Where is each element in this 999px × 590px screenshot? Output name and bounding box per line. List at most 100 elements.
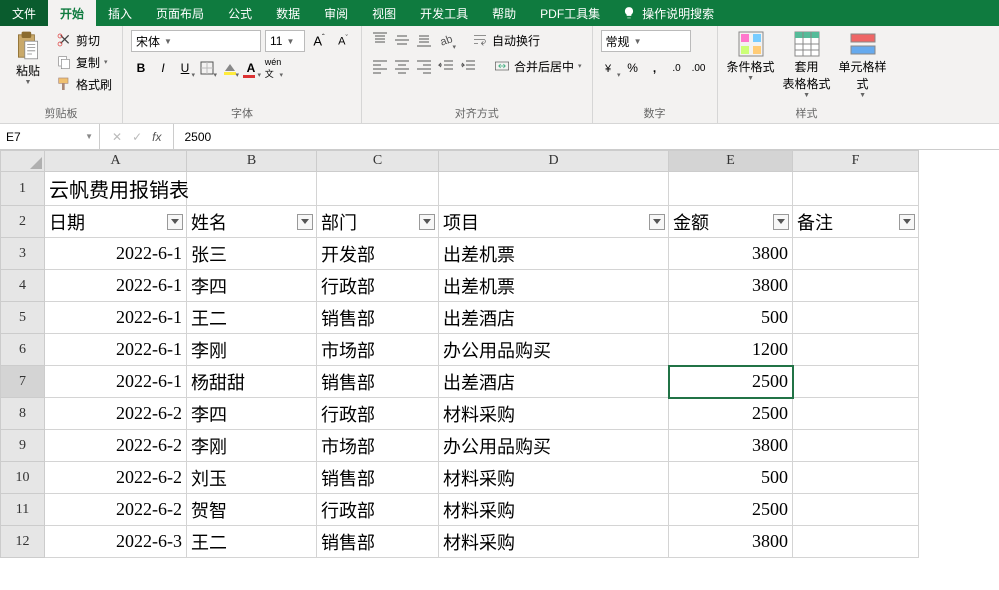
cell-F6[interactable] — [793, 334, 919, 366]
cell-D12[interactable]: 材料采购 — [439, 526, 669, 558]
tab-review[interactable]: 审阅 — [312, 0, 360, 26]
paste-button[interactable]: 粘贴 ▼ — [8, 30, 48, 94]
decrease-decimal-button[interactable]: .00 — [689, 58, 709, 78]
format-painter-button[interactable]: 格式刷 — [54, 74, 114, 94]
cell-F11[interactable] — [793, 494, 919, 526]
align-center-button[interactable] — [392, 56, 412, 76]
cell-E8[interactable]: 2500 — [669, 398, 793, 430]
cell-C5[interactable]: 销售部 — [317, 302, 439, 334]
formula-input[interactable]: 2500 — [174, 124, 999, 149]
cell-E7[interactable]: 2500 — [669, 366, 793, 398]
cell-B8[interactable]: 李四 — [187, 398, 317, 430]
filter-icon[interactable] — [297, 214, 313, 230]
tab-view[interactable]: 视图 — [360, 0, 408, 26]
filter-icon[interactable] — [167, 214, 183, 230]
align-bottom-button[interactable] — [414, 30, 434, 50]
fill-color-button[interactable]: ▾ — [219, 58, 239, 78]
italic-button[interactable]: I — [153, 58, 173, 78]
increase-decimal-button[interactable]: .0 — [667, 58, 687, 78]
decrease-font-button[interactable]: Aˇ — [333, 31, 353, 51]
row-header-6[interactable]: 6 — [0, 334, 45, 366]
cell-styles-button[interactable]: 单元格样式▼ — [838, 30, 888, 99]
borders-button[interactable]: ▾ — [197, 58, 217, 78]
font-size-combo[interactable]: 11▼ — [265, 30, 305, 52]
row-header-12[interactable]: 12 — [0, 526, 45, 558]
cell-D11[interactable]: 材料采购 — [439, 494, 669, 526]
cell-A4[interactable]: 2022-6-1 — [45, 270, 187, 302]
cell-F5[interactable] — [793, 302, 919, 334]
row-header-10[interactable]: 10 — [0, 462, 45, 494]
merge-center-button[interactable]: 合并后居中 ▾ — [492, 56, 584, 76]
col-header-b[interactable]: B — [187, 150, 317, 172]
cell-E2[interactable]: 金额 — [669, 206, 793, 238]
tab-pdf-tools[interactable]: PDF工具集 — [528, 0, 612, 26]
cell-F9[interactable] — [793, 430, 919, 462]
cell-C7[interactable]: 销售部 — [317, 366, 439, 398]
col-header-f[interactable]: F — [793, 150, 919, 172]
enter-icon[interactable]: ✓ — [132, 130, 142, 144]
cell-D4[interactable]: 出差机票 — [439, 270, 669, 302]
cell-A7[interactable]: 2022-6-1 — [45, 366, 187, 398]
cell-E1[interactable] — [669, 172, 793, 206]
col-header-c[interactable]: C — [317, 150, 439, 172]
bold-button[interactable]: B — [131, 58, 151, 78]
align-left-button[interactable] — [370, 56, 390, 76]
cell-E11[interactable]: 2500 — [669, 494, 793, 526]
cell-E4[interactable]: 3800 — [669, 270, 793, 302]
name-box[interactable]: E7▼ — [0, 124, 100, 149]
cell-A12[interactable]: 2022-6-3 — [45, 526, 187, 558]
cell-C4[interactable]: 行政部 — [317, 270, 439, 302]
cell-F12[interactable] — [793, 526, 919, 558]
row-header-11[interactable]: 11 — [0, 494, 45, 526]
wrap-text-button[interactable]: 自动换行 — [470, 30, 542, 50]
cell-B5[interactable]: 王二 — [187, 302, 317, 334]
increase-indent-button[interactable] — [458, 56, 478, 76]
col-header-d[interactable]: D — [439, 150, 669, 172]
cell-B12[interactable]: 王二 — [187, 526, 317, 558]
cell-E5[interactable]: 500 — [669, 302, 793, 334]
cell-B3[interactable]: 张三 — [187, 238, 317, 270]
fx-icon[interactable]: fx — [152, 130, 161, 144]
copy-button[interactable]: 复制 ▾ — [54, 52, 114, 72]
cell-D7[interactable]: 出差酒店 — [439, 366, 669, 398]
row-header-2[interactable]: 2 — [0, 206, 45, 238]
tab-page-layout[interactable]: 页面布局 — [144, 0, 216, 26]
cell-D8[interactable]: 材料采购 — [439, 398, 669, 430]
underline-button[interactable]: U▾ — [175, 58, 195, 78]
filter-icon[interactable] — [649, 214, 665, 230]
row-header-8[interactable]: 8 — [0, 398, 45, 430]
cell-A1[interactable]: 云帆费用报销表 — [45, 172, 187, 206]
col-header-e[interactable]: E — [669, 150, 793, 172]
cell-C12[interactable]: 销售部 — [317, 526, 439, 558]
cell-C11[interactable]: 行政部 — [317, 494, 439, 526]
cell-E9[interactable]: 3800 — [669, 430, 793, 462]
decrease-indent-button[interactable] — [436, 56, 456, 76]
cell-E6[interactable]: 1200 — [669, 334, 793, 366]
cell-E12[interactable]: 3800 — [669, 526, 793, 558]
cell-E3[interactable]: 3800 — [669, 238, 793, 270]
cancel-icon[interactable]: ✕ — [112, 130, 122, 144]
col-header-a[interactable]: A — [45, 150, 187, 172]
align-middle-button[interactable] — [392, 30, 412, 50]
tab-home[interactable]: 开始 — [48, 0, 96, 26]
cell-D1[interactable] — [439, 172, 669, 206]
cell-C3[interactable]: 开发部 — [317, 238, 439, 270]
filter-icon[interactable] — [419, 214, 435, 230]
row-header-3[interactable]: 3 — [0, 238, 45, 270]
cell-A3[interactable]: 2022-6-1 — [45, 238, 187, 270]
cell-F2[interactable]: 备注 — [793, 206, 919, 238]
row-header-9[interactable]: 9 — [0, 430, 45, 462]
cell-A6[interactable]: 2022-6-1 — [45, 334, 187, 366]
cell-C8[interactable]: 行政部 — [317, 398, 439, 430]
cell-B4[interactable]: 李四 — [187, 270, 317, 302]
font-color-button[interactable]: A▾ — [241, 58, 261, 78]
cell-A2[interactable]: 日期 — [45, 206, 187, 238]
cell-E10[interactable]: 500 — [669, 462, 793, 494]
cell-C2[interactable]: 部门 — [317, 206, 439, 238]
cell-A8[interactable]: 2022-6-2 — [45, 398, 187, 430]
cell-C6[interactable]: 市场部 — [317, 334, 439, 366]
cell-B1[interactable] — [187, 172, 317, 206]
cell-F8[interactable] — [793, 398, 919, 430]
row-header-5[interactable]: 5 — [0, 302, 45, 334]
cell-C9[interactable]: 市场部 — [317, 430, 439, 462]
